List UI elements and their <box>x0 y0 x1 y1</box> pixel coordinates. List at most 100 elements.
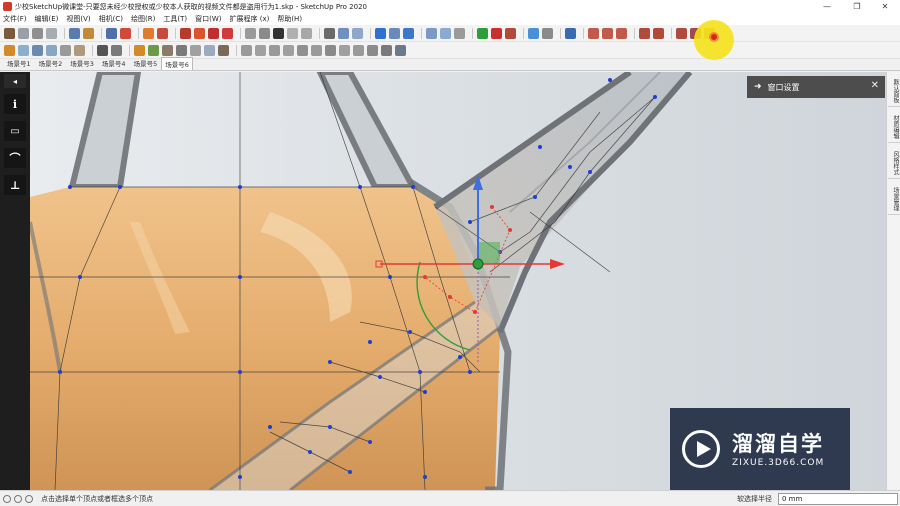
mirror-icon[interactable] <box>32 44 43 56</box>
scene-tab[interactable]: 场景号2 <box>35 56 67 70</box>
materials-icon[interactable] <box>180 27 191 39</box>
stop-icon[interactable] <box>32 27 43 39</box>
menu-window[interactable]: 窗口(W) <box>195 14 221 24</box>
plant-icon[interactable] <box>148 44 159 56</box>
tray-tab[interactable]: 默认面板 <box>888 76 900 107</box>
grid-select-icon[interactable] <box>338 27 349 39</box>
diagonal-line-icon[interactable] <box>676 27 687 39</box>
menu-tools[interactable]: 工具(T) <box>163 14 187 24</box>
stack-icon[interactable] <box>353 44 364 56</box>
menu-extensions[interactable]: 扩展程序 (x) <box>229 14 269 24</box>
record-icon[interactable] <box>709 32 719 42</box>
vertex-edit-icon[interactable] <box>324 27 335 39</box>
menu-view[interactable]: 视图(V) <box>66 14 90 24</box>
walk-icon[interactable] <box>69 27 80 39</box>
menu-edit[interactable]: 编辑(E) <box>35 14 59 24</box>
soft-select-icon[interactable] <box>375 27 386 39</box>
select-tool-icon[interactable] <box>4 27 15 39</box>
shape-icon[interactable] <box>505 27 516 39</box>
folder-icon[interactable] <box>301 27 312 39</box>
cube-icon[interactable] <box>134 44 145 56</box>
warehouse-icon[interactable] <box>157 27 168 39</box>
scale-vertices-icon[interactable] <box>426 27 437 39</box>
sync-icon[interactable] <box>18 44 29 56</box>
panel-icon[interactable] <box>311 44 322 56</box>
scene-tab[interactable]: 场景号1 <box>3 56 35 70</box>
pot-icon[interactable] <box>162 44 173 56</box>
close-window-button[interactable]: ✕ <box>870 0 900 13</box>
component-icon[interactable] <box>222 27 233 39</box>
expand-toolbar-icon[interactable]: ◂ <box>4 74 26 88</box>
frame-icon[interactable] <box>241 44 252 56</box>
back-icon[interactable] <box>18 27 29 39</box>
table-icon[interactable] <box>283 44 294 56</box>
maximize-button[interactable]: ❐ <box>842 0 872 13</box>
triangulate-icon[interactable] <box>440 27 451 39</box>
arrays-icon[interactable] <box>46 44 57 56</box>
axes-icon[interactable]: ⊥ <box>4 175 26 195</box>
tray-arrow-icon[interactable]: ➜ <box>754 82 762 92</box>
page-icon[interactable] <box>245 27 256 39</box>
phone-icon[interactable] <box>542 27 553 39</box>
green-orb-icon[interactable] <box>477 27 488 39</box>
tile-icon[interactable] <box>325 44 336 56</box>
polyline-icon[interactable] <box>653 27 664 39</box>
paint-bucket-icon[interactable] <box>208 27 219 39</box>
shrink-icon[interactable] <box>616 27 627 39</box>
tray-tab[interactable]: 场景管理 <box>888 184 900 215</box>
dark-shape-icon[interactable] <box>97 44 108 56</box>
info-icon[interactable] <box>25 494 33 503</box>
cylinder-icon[interactable] <box>287 27 298 39</box>
settings-gear-icon[interactable] <box>143 27 154 39</box>
scene-tab-active[interactable]: 场景号6 <box>161 57 193 70</box>
scene-tab[interactable]: 场景号4 <box>98 56 130 70</box>
arc-tool-icon[interactable]: ⌒ <box>4 148 26 168</box>
rotate-vertices-icon[interactable] <box>403 27 414 39</box>
menu-camera[interactable]: 相机(C) <box>99 14 123 24</box>
menu-file[interactable]: 文件(F) <box>3 14 27 24</box>
cabinet-icon[interactable] <box>381 44 392 56</box>
scale-icon[interactable] <box>588 27 599 39</box>
gizmo-center[interactable] <box>472 258 484 270</box>
x-ray-icon[interactable] <box>528 27 539 39</box>
render-icon[interactable] <box>218 44 229 56</box>
credits-icon[interactable] <box>14 494 22 503</box>
tray-close-icon[interactable]: ✕ <box>871 80 879 91</box>
lock-icon[interactable] <box>106 27 117 39</box>
scene-tab[interactable]: 场景号5 <box>130 56 162 70</box>
grid-icon[interactable] <box>339 44 350 56</box>
ring-icon[interactable] <box>111 44 122 56</box>
head-profile-icon[interactable] <box>565 27 576 39</box>
scene-tab[interactable]: 场景号3 <box>66 56 98 70</box>
tray-tab[interactable]: 材质编辑 <box>888 112 900 143</box>
minimize-button[interactable]: — <box>812 0 842 13</box>
sphere-icon[interactable] <box>454 27 465 39</box>
box-icon[interactable] <box>259 27 270 39</box>
fluid-icon[interactable] <box>74 44 85 56</box>
red-orb-icon[interactable] <box>491 27 502 39</box>
rail-icon[interactable] <box>60 44 71 56</box>
dark-box-icon[interactable] <box>273 27 284 39</box>
expand-icon[interactable] <box>602 27 613 39</box>
entity-info-icon[interactable]: i <box>4 94 26 114</box>
menu-help[interactable]: 帮助(H) <box>277 14 302 24</box>
rectangle-icon[interactable]: ▭ <box>4 121 26 141</box>
circle-grid-icon[interactable] <box>352 27 363 39</box>
section-plane-icon[interactable] <box>120 27 131 39</box>
extension-icon[interactable] <box>4 44 15 56</box>
shelf-icon[interactable] <box>297 44 308 56</box>
geo-location-icon[interactable] <box>3 494 11 503</box>
move-vertices-icon[interactable] <box>389 27 400 39</box>
window-frame-icon[interactable] <box>255 44 266 56</box>
styles-icon[interactable] <box>194 27 205 39</box>
door-icon[interactable] <box>367 44 378 56</box>
tray-tab[interactable]: 风格样式 <box>888 148 900 179</box>
lamp-icon[interactable] <box>190 44 201 56</box>
globe-icon[interactable] <box>395 44 406 56</box>
menu-draw[interactable]: 绘图(R) <box>131 14 155 24</box>
position-camera-icon[interactable] <box>83 27 94 39</box>
glass-icon[interactable] <box>204 44 215 56</box>
light-icon[interactable] <box>176 44 187 56</box>
step-icon[interactable] <box>46 27 57 39</box>
measurements-input[interactable]: 0 mm <box>778 493 898 505</box>
